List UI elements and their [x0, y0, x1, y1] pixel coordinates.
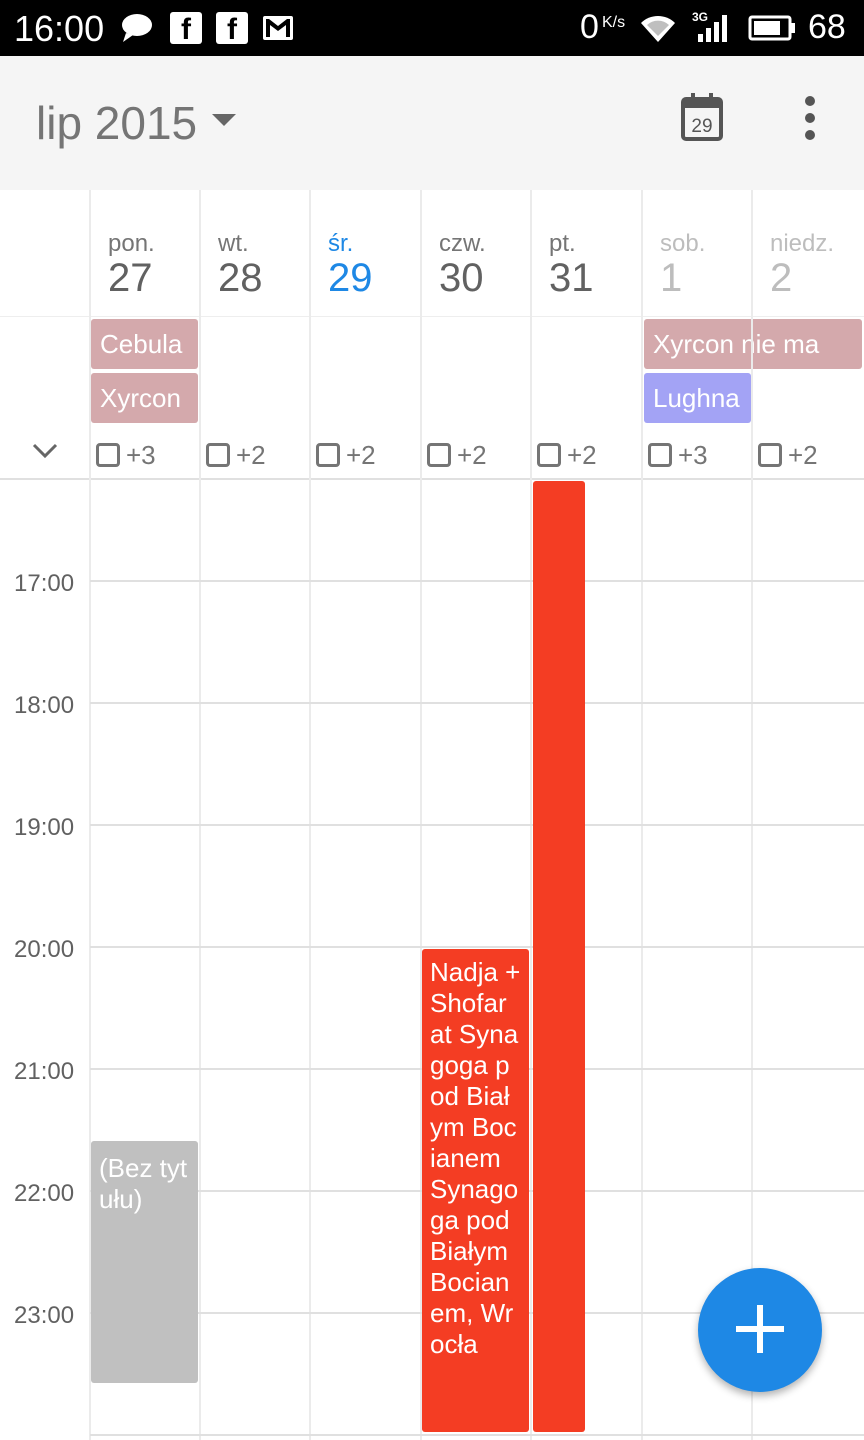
- more-events-wed[interactable]: +2: [316, 438, 376, 472]
- wifi-icon: [641, 15, 675, 42]
- more-events-thu[interactable]: +2: [427, 438, 487, 472]
- day-header-tue[interactable]: wt. 28: [200, 190, 310, 316]
- battery-icon: [748, 15, 795, 41]
- more-events-count: +2: [567, 440, 597, 470]
- all-day-event-xyrcon-nie-ma[interactable]: Xyrcon nie ma: [644, 319, 862, 369]
- column-divider: [199, 190, 201, 1440]
- column-divider: [309, 190, 311, 1440]
- facebook-icon: f: [170, 12, 202, 46]
- hour-label: 19:00: [14, 814, 75, 841]
- checkbox-icon: [316, 443, 340, 467]
- hour-line: [90, 1434, 864, 1436]
- day-name: sob.: [660, 230, 706, 257]
- day-number: 1: [660, 256, 683, 300]
- net-speed-unit: K/s: [602, 14, 626, 31]
- hour-label: 17:00: [14, 570, 75, 597]
- battery-level: 68: [808, 8, 846, 46]
- column-divider: [751, 190, 753, 1440]
- all-day-divider: [0, 478, 864, 480]
- net-speed-value: 0: [580, 8, 599, 46]
- day-header-sat[interactable]: sob. 1: [642, 190, 752, 316]
- event-friday-long[interactable]: [533, 481, 585, 1432]
- event-title: Nadja + Shofar at Synagoga pod Białym Bo…: [430, 957, 521, 1359]
- event-bez-tytulu[interactable]: (Bez tytułu): [91, 1141, 198, 1383]
- checkbox-icon: [758, 443, 782, 467]
- calendar-screen: 16:00 f f 0 K/s 3G 68 lip 2015 29 pon. 2…: [0, 0, 864, 1440]
- all-day-event-cebula[interactable]: Cebula: [91, 319, 198, 369]
- day-name: wt.: [218, 230, 249, 257]
- day-header-sun[interactable]: niedz. 2: [752, 190, 862, 316]
- header-divider: [0, 316, 864, 317]
- day-name: czw.: [439, 230, 486, 257]
- more-events-fri[interactable]: +2: [537, 438, 597, 472]
- day-name: śr.: [328, 230, 354, 257]
- day-number: 28: [218, 256, 263, 300]
- all-day-event-xyrcon[interactable]: Xyrcon: [91, 373, 198, 423]
- day-number: 2: [770, 256, 793, 300]
- day-number: 27: [108, 256, 153, 300]
- more-options-icon[interactable]: [790, 90, 830, 146]
- event-nadja-shofar[interactable]: Nadja + Shofar at Synagoga pod Białym Bo…: [422, 949, 529, 1432]
- today-calendar-icon[interactable]: 29: [672, 88, 732, 148]
- more-events-count: +2: [346, 440, 376, 470]
- more-events-count: +2: [788, 440, 818, 470]
- more-events-sun[interactable]: +2: [758, 438, 818, 472]
- day-number: 29: [328, 256, 373, 300]
- facebook-icon: f: [216, 12, 248, 46]
- hour-line: [90, 824, 864, 826]
- more-events-count: +3: [126, 440, 156, 470]
- day-name: niedz.: [770, 230, 835, 257]
- today-calendar-day: 29: [691, 116, 712, 137]
- status-time: 16:00: [14, 8, 105, 49]
- day-header-mon[interactable]: pon. 27: [90, 190, 200, 316]
- day-header-fri[interactable]: pt. 31: [531, 190, 641, 316]
- more-events-count: +3: [678, 440, 708, 470]
- month-selector[interactable]: lip 2015: [36, 96, 197, 150]
- hour-label: 18:00: [14, 692, 75, 719]
- hour-line: [90, 580, 864, 582]
- checkbox-icon: [96, 443, 120, 467]
- status-bar: 16:00 f f 0 K/s 3G 68: [0, 0, 864, 56]
- checkbox-icon: [427, 443, 451, 467]
- hour-label: 20:00: [14, 936, 75, 963]
- day-name: pt.: [549, 230, 576, 257]
- hour-label: 22:00: [14, 1180, 75, 1207]
- hour-line: [90, 702, 864, 704]
- dropdown-arrow-icon[interactable]: [212, 114, 236, 126]
- more-events-tue[interactable]: +2: [206, 438, 266, 472]
- day-name: pon.: [108, 230, 155, 257]
- day-number: 31: [549, 256, 594, 300]
- chevron-down-icon[interactable]: [30, 436, 60, 466]
- hour-label: 21:00: [14, 1058, 75, 1085]
- checkbox-icon: [206, 443, 230, 467]
- gmail-icon: [263, 16, 293, 40]
- event-title: (Bez tytułu): [99, 1153, 188, 1214]
- more-events-count: +2: [236, 440, 266, 470]
- day-header-thu[interactable]: czw. 30: [421, 190, 531, 316]
- all-day-event-lughna[interactable]: Lughna: [644, 373, 751, 423]
- day-header-wed-today[interactable]: śr. 29: [310, 190, 420, 316]
- day-number: 30: [439, 256, 484, 300]
- signal-icon: [698, 15, 727, 42]
- checkbox-icon: [537, 443, 561, 467]
- hour-label: 23:00: [14, 1302, 75, 1329]
- add-event-button[interactable]: [698, 1268, 822, 1392]
- column-divider: [530, 190, 532, 1440]
- more-events-count: +2: [457, 440, 487, 470]
- more-events-sat[interactable]: +3: [648, 438, 708, 472]
- column-divider: [641, 190, 643, 1440]
- chat-icon: [122, 14, 152, 42]
- hour-line: [90, 946, 864, 948]
- checkbox-icon: [648, 443, 672, 467]
- more-events-mon[interactable]: +3: [96, 438, 156, 472]
